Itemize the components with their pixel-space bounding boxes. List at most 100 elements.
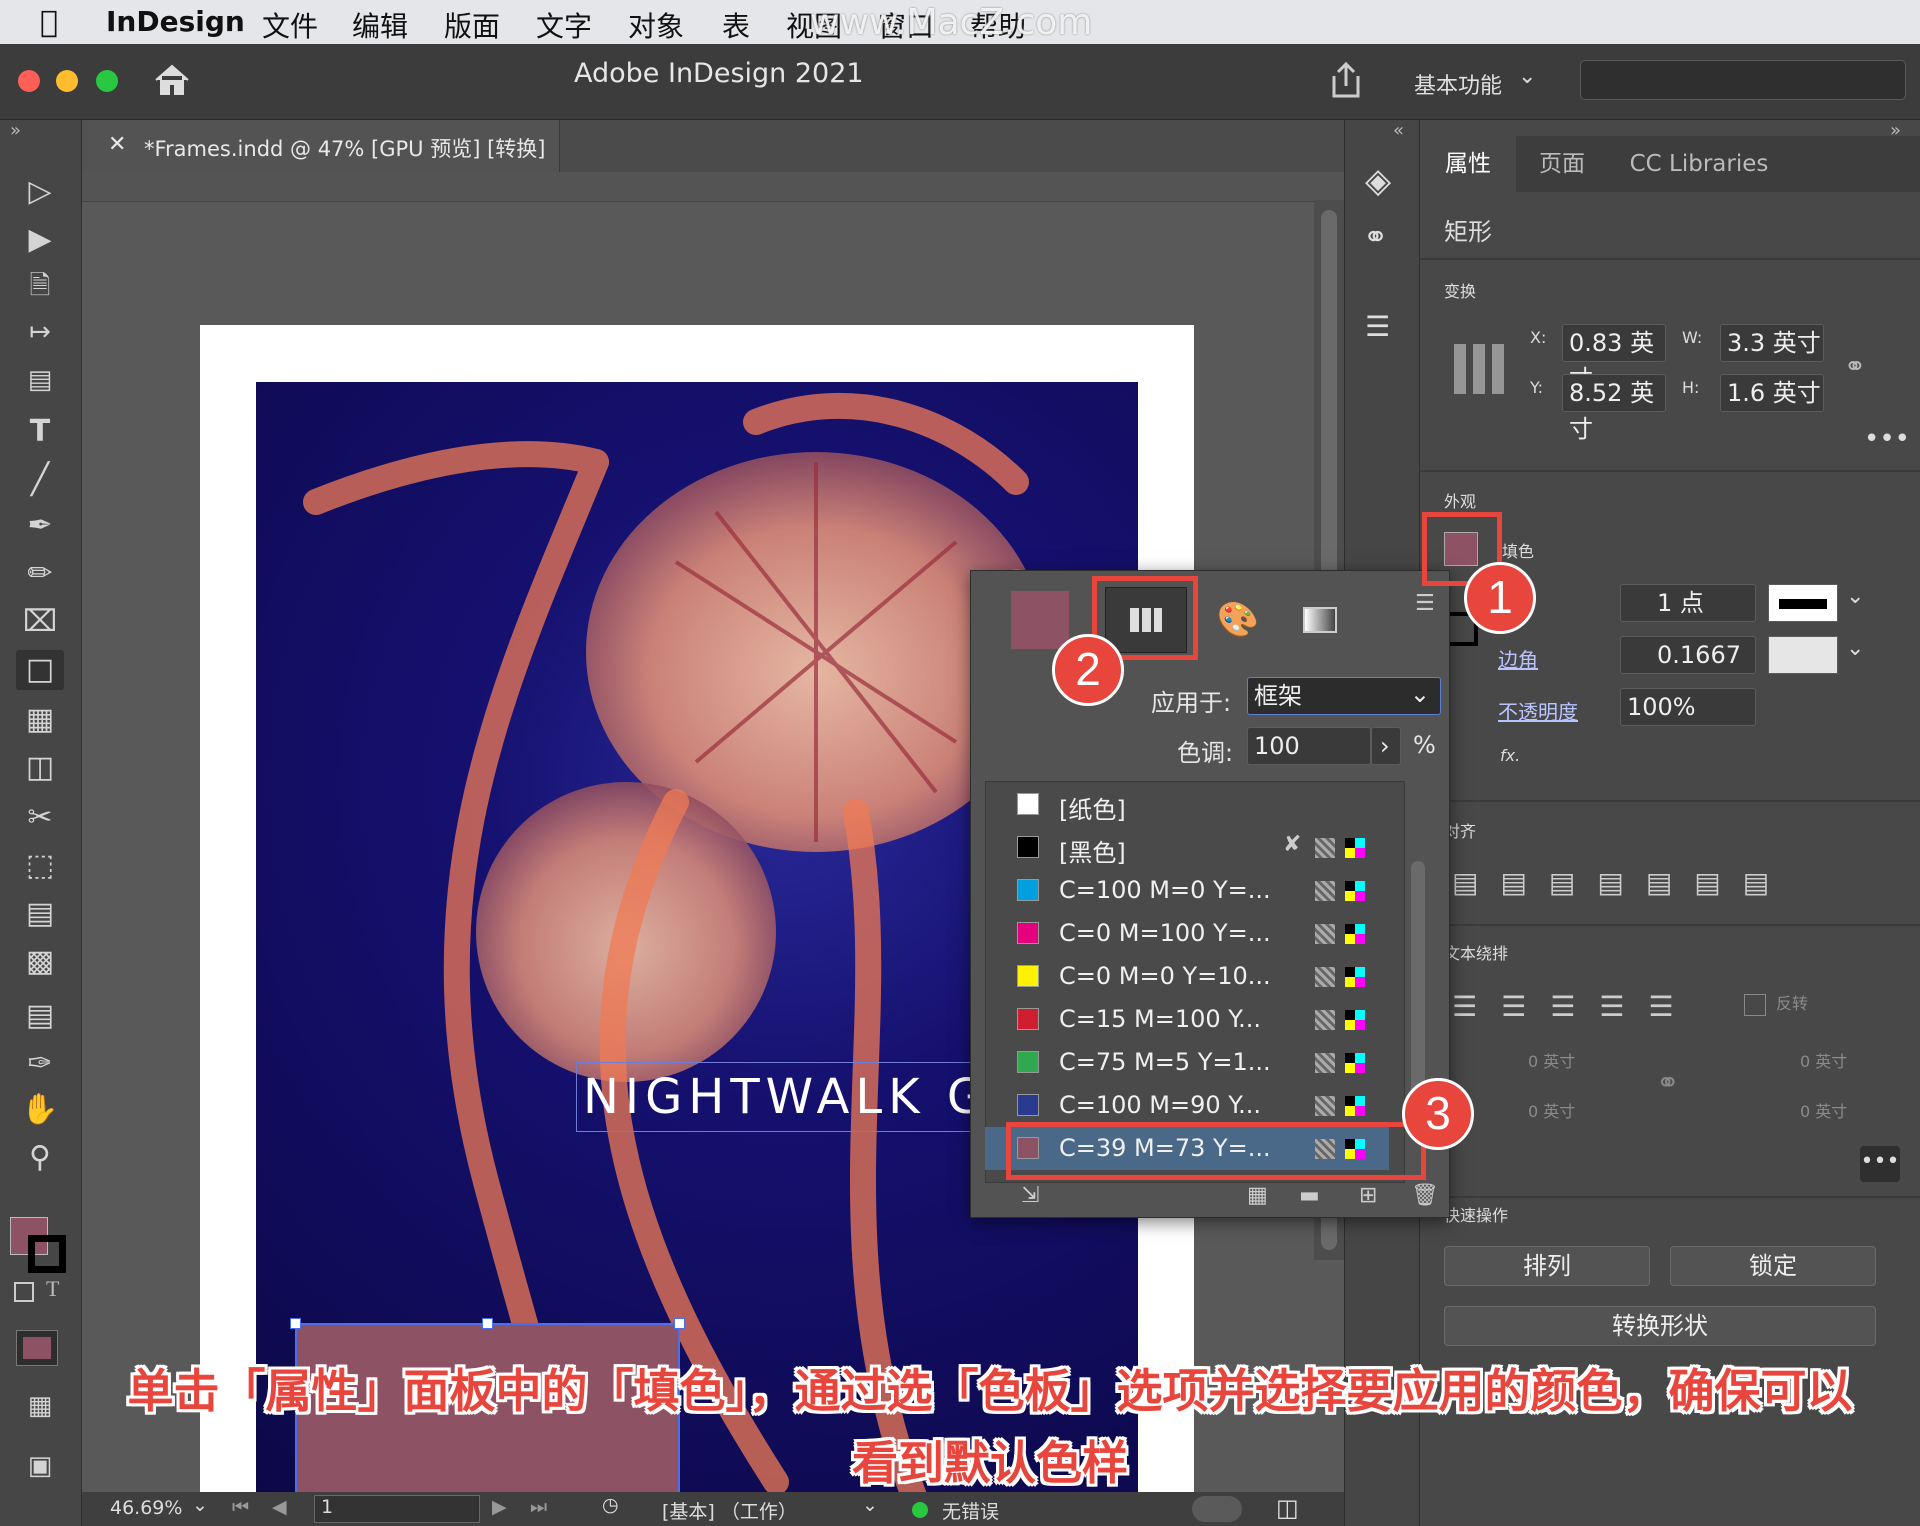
swatch-paper[interactable]: [纸色]	[985, 783, 1389, 826]
stroke-type-dropdown[interactable]	[1768, 584, 1838, 622]
workspace-switcher[interactable]: 基本功能	[1414, 68, 1502, 100]
first-page-icon[interactable]: ⏮	[232, 1496, 249, 1518]
resize-handle[interactable]	[482, 1318, 493, 1329]
zoom-tool-icon[interactable]: ⚲	[16, 1138, 64, 1178]
selection-tool-icon[interactable]: ▷	[16, 172, 64, 212]
wrap-right-offset[interactable]: 0 英寸	[1800, 1048, 1847, 1072]
line-tool-icon[interactable]: ╱	[16, 460, 64, 500]
width-field[interactable]: 3.3 英寸	[1720, 324, 1824, 362]
search-input[interactable]	[1580, 60, 1906, 100]
text-wrap-panel-icon[interactable]: ☰	[1365, 310, 1401, 343]
profile-label[interactable]: [基本] （工作）	[662, 1497, 797, 1524]
links-icon[interactable]: ⚭	[1363, 220, 1403, 255]
show-swatches-icon[interactable]: ⇲	[1021, 1183, 1039, 1208]
link-offsets-icon[interactable]: ⚭	[1656, 1066, 1679, 1099]
arrange-button[interactable]: 排列	[1444, 1246, 1650, 1286]
convert-shape-button[interactable]: 转换形状	[1444, 1306, 1876, 1346]
hand-tool-icon[interactable]: ✋	[16, 1090, 64, 1130]
tab-cc-libraries[interactable]: CC Libraries	[1608, 136, 1790, 192]
delete-swatch-icon[interactable]: 🗑	[1411, 1183, 1439, 1208]
x-position-field[interactable]: 0.83 英寸	[1562, 324, 1666, 393]
folder-icon[interactable]: ▬	[1299, 1183, 1320, 1208]
resize-handle[interactable]	[674, 1318, 685, 1329]
close-window-button[interactable]	[18, 70, 40, 92]
wrap-bottom-offset[interactable]: 0 英寸	[1528, 1098, 1575, 1122]
y-position-field[interactable]: 8.52 英寸	[1562, 374, 1666, 443]
stroke-type-chevron-icon[interactable]: ⌄	[1846, 584, 1864, 609]
tint-field[interactable]: 100	[1247, 727, 1371, 765]
gradient-feather-tool-icon[interactable]: ▩	[16, 942, 64, 982]
invert-checkbox[interactable]	[1744, 994, 1766, 1016]
swatch-cyan[interactable]: C=100 M=0 Y=...	[985, 869, 1389, 912]
screen-mode-icon[interactable]: ▣	[16, 1446, 64, 1486]
minimize-window-button[interactable]	[56, 70, 78, 92]
close-tab-icon[interactable]: ✕	[108, 132, 126, 157]
page-tool-icon[interactable]: 🗎	[16, 266, 64, 306]
apply-to-dropdown[interactable]: 框架 ⌄	[1247, 677, 1441, 715]
share-icon[interactable]	[1328, 60, 1364, 100]
reference-point-icon[interactable]	[1454, 344, 1504, 394]
format-container-icon[interactable]	[14, 1282, 34, 1302]
zoom-window-button[interactable]	[96, 70, 118, 92]
color-mode-palette-icon[interactable]: 🎨	[1197, 587, 1279, 653]
home-icon[interactable]	[152, 62, 192, 98]
note-tool-icon[interactable]: ▤	[16, 996, 64, 1036]
expand-chevron-icon[interactable]: »	[10, 120, 21, 141]
format-text-icon[interactable]: T	[46, 1276, 59, 1302]
corner-size-field[interactable]: 0.1667	[1620, 636, 1756, 674]
direct-selection-tool-icon[interactable]: ▶	[16, 220, 64, 260]
pencil-tool-icon[interactable]: ✏	[16, 554, 64, 594]
swatch-magenta[interactable]: C=0 M=100 Y=...	[985, 912, 1389, 955]
document-tab[interactable]: ✕ *Frames.indd @ 47% [GPU 预览] [转换]	[82, 120, 560, 172]
tab-properties[interactable]: 属性	[1420, 136, 1516, 192]
wrap-left-offset[interactable]: 0 英寸	[1800, 1098, 1847, 1122]
height-field[interactable]: 1.6 英寸	[1720, 374, 1824, 412]
fill-label[interactable]: 填色	[1502, 538, 1534, 562]
eyedropper-tool-icon[interactable]: ✑	[16, 1044, 64, 1084]
opacity-field[interactable]: 100%	[1620, 688, 1756, 726]
last-page-icon[interactable]: ⏭	[530, 1496, 547, 1518]
lock-button[interactable]: 锁定	[1670, 1246, 1876, 1286]
menu-layout[interactable]: 版面	[444, 5, 500, 45]
opacity-label[interactable]: 不透明度	[1498, 696, 1578, 725]
menu-edit[interactable]: 编辑	[352, 5, 408, 45]
popup-menu-icon[interactable]: ☰	[1415, 591, 1435, 616]
swatch-yellow[interactable]: C=0 M=0 Y=10...	[985, 955, 1389, 998]
horizontal-scroll-thumb[interactable]	[1192, 1496, 1242, 1522]
new-swatch-icon[interactable]: ⊞	[1359, 1183, 1377, 1208]
menu-type[interactable]: 文字	[536, 5, 592, 45]
resize-handle[interactable]	[290, 1318, 301, 1329]
gradient-swatch-tool-icon[interactable]: ▤	[16, 894, 64, 934]
error-status[interactable]: 无错误	[942, 1497, 999, 1524]
menu-object[interactable]: 对象	[628, 5, 684, 45]
align-buttons-row[interactable]: ▤▤▤▤▤▤▤	[1452, 866, 1892, 902]
wrap-more-options-icon[interactable]: •••	[1860, 1146, 1900, 1182]
effects-fx-button[interactable]: fx.	[1500, 746, 1520, 765]
next-page-icon[interactable]: ▶	[492, 1496, 507, 1518]
swatch-blue[interactable]: C=100 M=90 Y...	[985, 1084, 1389, 1127]
corner-shape-chevron-icon[interactable]: ⌄	[1846, 636, 1864, 661]
previous-page-icon[interactable]: ◀	[272, 1496, 287, 1518]
grid-tool-icon[interactable]: ◫	[16, 748, 64, 788]
page-number-field[interactable]: 1	[314, 1495, 480, 1523]
normal-view-icon[interactable]: ▦	[16, 1386, 64, 1426]
swatch-green[interactable]: C=75 M=5 Y=1...	[985, 1041, 1389, 1084]
apply-color-icon[interactable]	[16, 1330, 58, 1366]
corner-label[interactable]: 边角	[1498, 644, 1538, 673]
type-tool-icon[interactable]: T	[16, 412, 64, 452]
menu-table[interactable]: 表	[722, 5, 750, 45]
swatch-views-icon[interactable]: ▦	[1247, 1183, 1268, 1208]
rectangle-frame-tool-icon[interactable]: ⌧	[16, 602, 64, 642]
zoom-level[interactable]: 46.69%	[110, 1497, 182, 1519]
tint-slider-toggle[interactable]: ›	[1371, 727, 1401, 765]
more-options-icon[interactable]: •••	[1864, 424, 1910, 454]
swatch-black[interactable]: [黑色] ✘	[985, 826, 1389, 869]
layers-icon[interactable]: ◈	[1365, 164, 1401, 198]
swatch-red[interactable]: C=15 M=100 Y...	[985, 998, 1389, 1041]
corner-shape-dropdown[interactable]	[1768, 636, 1838, 674]
constrain-proportions-icon[interactable]: ⚭	[1844, 352, 1866, 382]
gap-tool-icon[interactable]: ↦	[16, 312, 64, 352]
content-collector-icon[interactable]: ▤	[16, 360, 64, 400]
scissors-tool-icon[interactable]: ✂	[16, 798, 64, 838]
collapse-chevron-icon[interactable]: «	[1393, 120, 1404, 141]
